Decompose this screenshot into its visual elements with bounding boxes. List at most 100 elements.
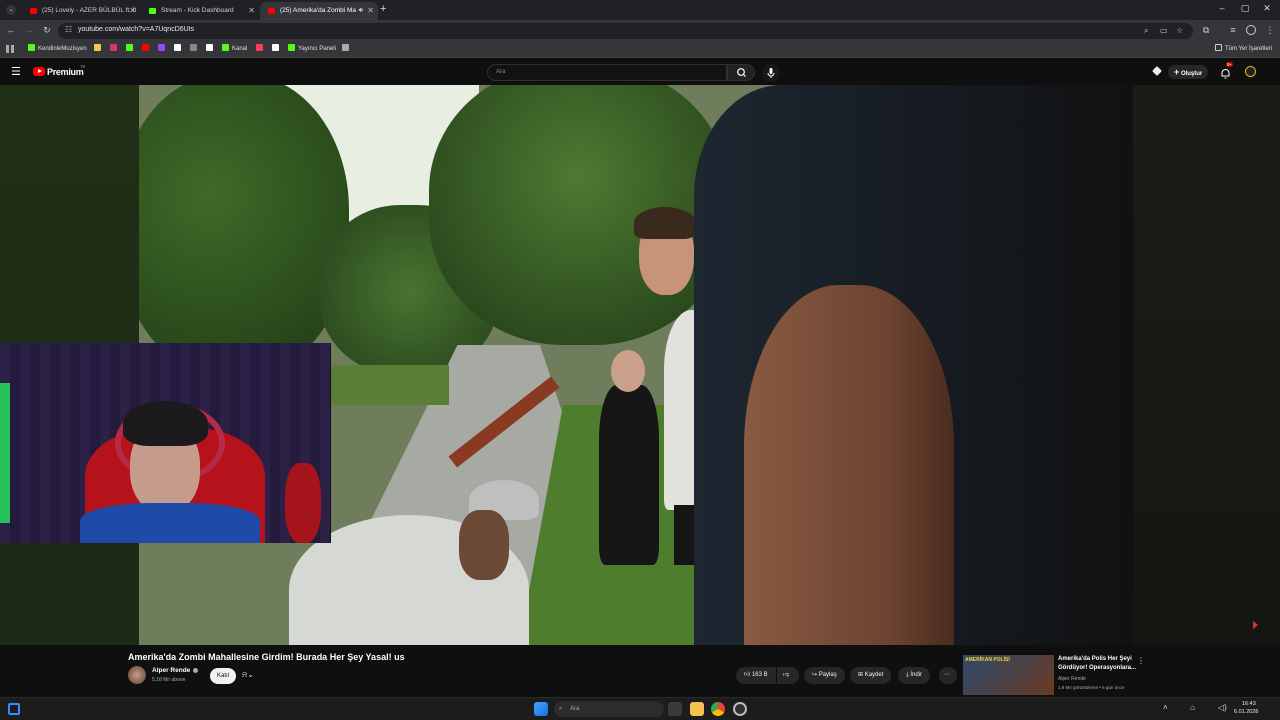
zoom-icon[interactable]: ⌕ (1144, 26, 1148, 36)
like-count: 163 B (751, 672, 768, 678)
window-close-button[interactable]: ✕ (1260, 3, 1274, 14)
bookmark-item[interactable] (94, 44, 104, 55)
forward-button[interactable]: → (23, 25, 35, 35)
tab-zombi-video[interactable]: (25) Amerika'da Zombi Ma 🔊︎ ✕ (260, 2, 378, 20)
streamer-webcam-overlay (0, 343, 331, 543)
video-player[interactable] (0, 85, 1280, 645)
recommended-video[interactable]: AMERİKAN POLİSİ Amerika'da Polis Her Şey… (963, 655, 1145, 695)
back-button[interactable]: ← (5, 25, 17, 35)
clock-date[interactable]: 6.01.2026 (1234, 709, 1258, 715)
tab-search-button[interactable]: ⌄ (6, 5, 16, 15)
share-button[interactable]: ↪ Paylaş (804, 667, 845, 684)
save-label: Kaydet (864, 672, 884, 678)
clock-time[interactable]: 16:43 (1242, 701, 1256, 707)
close-icon[interactable]: ✕ (367, 2, 374, 20)
widgets-icon[interactable] (8, 703, 20, 715)
subscribed-bell-button[interactable]: ⍾⌄ (242, 670, 254, 680)
ambient-right (1133, 85, 1280, 645)
omnibox[interactable]: ☷ youtube.com/watch?v=A7UqncD6Uts ⌕ ▭ ☆ (58, 23, 1193, 39)
webcam-guitar (285, 463, 321, 543)
bookmark-item[interactable] (190, 44, 200, 55)
video-woman (599, 385, 659, 565)
media-controls-icon[interactable]: ≡ (1227, 25, 1239, 35)
bookmark-item[interactable] (256, 44, 266, 55)
share-label: Paylaş (818, 672, 837, 678)
chrome-icon[interactable] (711, 702, 725, 716)
bookmark-item[interactable] (206, 44, 216, 55)
tab-lovely[interactable]: (25) Lovely - AZER BÜLBÜL ft. İl ✕ (22, 2, 140, 20)
video-closeup-arm (744, 285, 954, 645)
plus-icon: + (1174, 67, 1180, 77)
volume-icon[interactable]: ◁) (1218, 703, 1227, 712)
bookmark-item[interactable] (126, 44, 136, 55)
recommended-title-2: Gördüyor! Operasyonlara... (1058, 665, 1137, 671)
voice-search-button[interactable] (762, 64, 780, 82)
obs-icon[interactable] (733, 702, 747, 716)
tab-kick-dashboard[interactable]: Stream - Kick Dashboard ✕ (141, 2, 259, 20)
bookmark-item[interactable]: KendinleMuzisyen (28, 44, 87, 55)
bookmark-item[interactable]: Kanal (222, 44, 247, 55)
bookmark-item[interactable] (142, 44, 152, 55)
all-bookmarks-button[interactable]: Tüm Yer İşaretleri (1215, 44, 1272, 55)
recommended-title-1: Amerika'da Polis Her Şeyi (1058, 656, 1132, 662)
network-icon[interactable]: ⌂ (1190, 703, 1195, 712)
bookmark-star-icon[interactable]: ☆ (1176, 26, 1183, 35)
logo-text: Premium (47, 67, 84, 77)
task-view-icon[interactable] (668, 702, 682, 716)
bookmark-icon (158, 44, 165, 51)
search-icon (737, 68, 746, 77)
minimize-button[interactable]: – (1215, 3, 1229, 13)
bookmark-icon (142, 44, 149, 51)
create-button[interactable]: + Oluştur (1168, 65, 1209, 79)
audio-icon[interactable]: 🔊︎ (359, 2, 363, 20)
profile-avatar[interactable] (1246, 25, 1256, 35)
webcam-green-light (0, 383, 10, 523)
bookmark-icon (28, 44, 35, 51)
bookmark-item[interactable] (342, 44, 352, 55)
more-actions-button[interactable]: ⋯ (939, 667, 957, 684)
file-explorer-icon[interactable] (690, 702, 704, 716)
search-input[interactable]: Ara (487, 64, 727, 81)
dislike-button[interactable]: 👎︎ (777, 667, 799, 684)
recommended-thumbnail[interactable]: AMERİKAN POLİSİ (963, 655, 1054, 695)
browser-tab-strip: ⌄ (25) Lovely - AZER BÜLBÜL ft. İl ✕ Str… (0, 0, 1280, 20)
bookmark-item[interactable]: Yayıncı Paneli (288, 44, 336, 55)
bookmark-item[interactable] (110, 44, 120, 55)
bookmark-icon (272, 44, 279, 51)
search-button[interactable] (727, 64, 755, 81)
maximize-button[interactable]: ▢ (1238, 3, 1252, 14)
download-label: İndir (910, 672, 922, 678)
browser-menu-icon[interactable]: ⋮ (1264, 25, 1276, 36)
close-icon[interactable]: ✕ (129, 2, 136, 20)
like-button[interactable]: 👍︎ 163 B (736, 667, 776, 684)
extensions-icon[interactable]: ⧉ (1200, 25, 1212, 36)
taskbar-search[interactable]: ⌕ Ara (554, 701, 664, 717)
cast-icon[interactable]: ▭ (1160, 26, 1168, 35)
webcam-shirt (80, 503, 260, 543)
menu-icon[interactable]: ☰ (11, 65, 21, 78)
download-icon: ⤓ (906, 672, 909, 678)
notifications-button[interactable]: 9+ (1220, 62, 1234, 84)
windows-start-icon[interactable] (534, 702, 548, 716)
tray-chevron-icon[interactable]: ˄ (1163, 703, 1168, 712)
video-branding-icon[interactable] (1253, 621, 1261, 629)
bookmark-item[interactable] (272, 44, 282, 55)
channel-name[interactable]: Alper Rende (152, 667, 190, 674)
bookmark-item[interactable] (174, 44, 184, 55)
download-button[interactable]: ⤓ İndir (898, 667, 930, 684)
cast-icon[interactable] (1152, 66, 1162, 76)
join-button[interactable]: Katıl (210, 668, 236, 684)
recommended-menu-icon[interactable]: ⋮ (1137, 656, 1145, 665)
bookmark-item[interactable] (158, 44, 168, 55)
channel-avatar[interactable] (128, 666, 146, 684)
url-text[interactable]: youtube.com/watch?v=A7UqncD6Uts (78, 26, 194, 33)
reload-button[interactable]: ↻ (41, 25, 53, 36)
country-code: TR (80, 64, 86, 69)
site-info-icon[interactable]: ☷ (65, 25, 72, 34)
recommended-stats: 1,9 Mn görüntüleme • 6 gün önce (1058, 685, 1125, 690)
save-button[interactable]: ⊞ Kaydet (850, 667, 892, 684)
account-avatar[interactable] (1245, 66, 1256, 77)
apps-grid-icon[interactable] (6, 45, 14, 53)
new-tab-button[interactable]: + (380, 3, 386, 15)
close-icon[interactable]: ✕ (248, 2, 255, 20)
